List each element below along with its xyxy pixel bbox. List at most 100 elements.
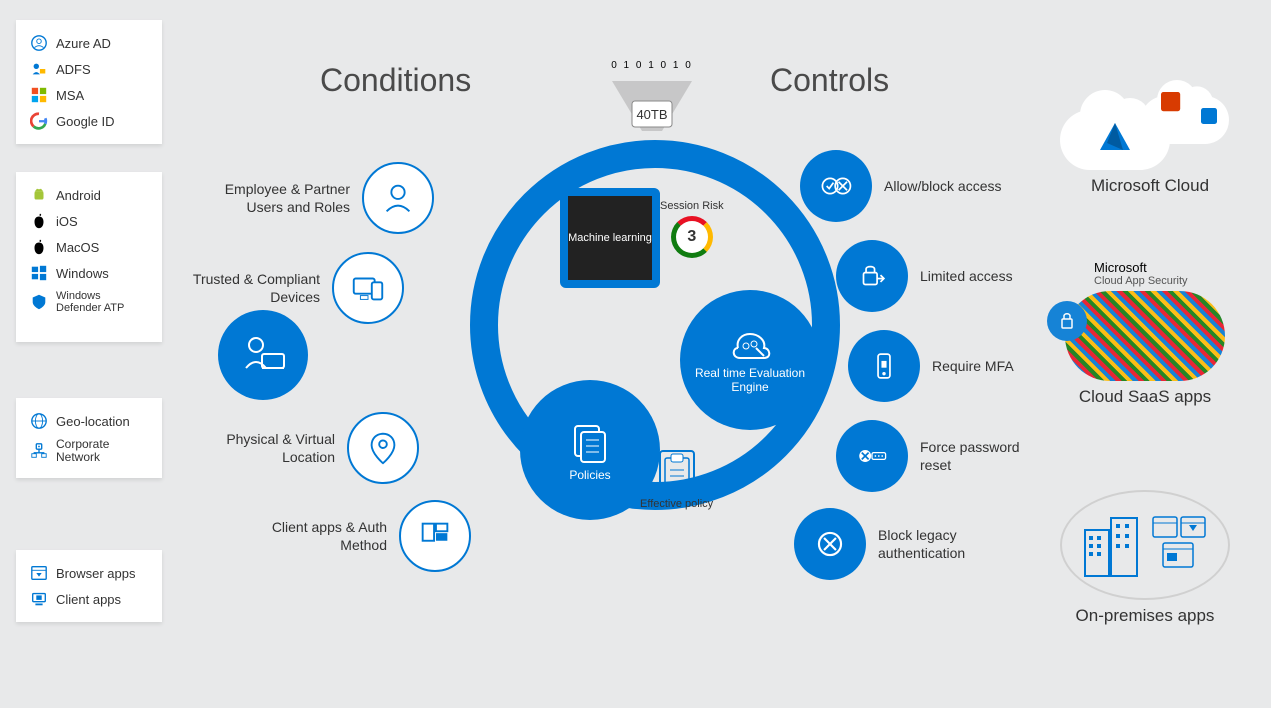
device-item: MacOS <box>30 234 148 260</box>
label: Client apps & Auth Method <box>247 518 387 554</box>
condition-client-apps: Client apps & Auth Method <box>247 500 471 572</box>
label: Policies <box>569 468 610 482</box>
device-item: iOS <box>30 208 148 234</box>
location-panel: Geo-location Corporate Network <box>16 398 162 478</box>
password-reset-icon <box>836 420 908 492</box>
allow-block-icon <box>800 150 872 222</box>
control-block-legacy: Block legacy authentication <box>794 508 998 580</box>
msa-icon <box>30 86 48 104</box>
azure-ad-icon <box>30 34 48 52</box>
browser-icon <box>30 564 48 582</box>
user-icon <box>362 162 434 234</box>
label: Corporate Network <box>56 438 148 464</box>
sub-title: Microsoft <box>1094 260 1240 275</box>
label: Session Risk <box>660 200 724 212</box>
condition-location: Physical & Virtual Location <box>195 412 419 484</box>
windows-icon <box>30 264 48 282</box>
sub-text: Cloud App Security <box>1094 275 1240 287</box>
data-funnel: 0 1 0 1 0 1 0 40TB <box>592 60 712 144</box>
control-limited-access: Limited access <box>836 240 1040 312</box>
limited-access-icon <box>836 240 908 312</box>
label: MSA <box>56 88 84 103</box>
onprem-circle <box>1060 490 1230 600</box>
title: Cloud SaaS apps <box>1050 387 1240 407</box>
device-item: Windows <box>30 260 148 286</box>
policy-doc-icon <box>659 450 695 494</box>
title: On-premises apps <box>1050 606 1240 626</box>
label: Trusted & Compliant Devices <box>180 270 320 306</box>
label: Allow/block access <box>884 177 1004 195</box>
adfs-icon <box>30 60 48 78</box>
mcas-badge-icon <box>1047 301 1087 341</box>
label: Client apps <box>56 592 121 607</box>
google-icon <box>30 112 48 130</box>
app-windows-icon <box>1149 513 1209 573</box>
label: Effective policy <box>640 498 713 510</box>
identity-item: MSA <box>30 82 148 108</box>
app-item: Client apps <box>30 586 148 612</box>
apple-icon <box>30 212 48 230</box>
label: Windows <box>56 266 109 281</box>
condition-devices: Trusted & Compliant Devices <box>180 252 404 324</box>
control-password-reset: Force password reset <box>836 420 1040 492</box>
identity-item: Azure AD <box>30 30 148 56</box>
label: Machine learning <box>568 232 652 244</box>
title: Microsoft Cloud <box>1060 176 1240 196</box>
dest-saas-apps: Microsoft Cloud App Security Cloud SaaS … <box>1050 260 1240 407</box>
risk-gauge-icon: 3 <box>671 216 713 258</box>
apps-grid-icon <box>399 500 471 572</box>
label: Geo-location <box>56 414 130 429</box>
globe-icon <box>30 412 48 430</box>
saas-cloud-icon <box>1065 291 1225 381</box>
condition-users-roles: Employee & Partner Users and Roles <box>210 162 434 234</box>
label: Google ID <box>56 114 115 129</box>
label: Force password reset <box>920 438 1040 474</box>
control-allow-block: Allow/block access <box>800 150 1004 222</box>
label: Browser apps <box>56 566 135 581</box>
session-risk: Session Risk 3 <box>660 200 724 258</box>
android-icon <box>30 186 48 204</box>
defender-icon <box>30 293 48 311</box>
device-item: Windows Defender ATP <box>30 286 148 318</box>
svg-text:40TB: 40TB <box>636 107 667 122</box>
realtime-evaluation-bubble: Real time Evaluation Engine <box>680 290 820 430</box>
machine-learning-chip: Machine learning <box>560 188 660 288</box>
apps-panel: Browser apps Client apps <box>16 550 162 622</box>
app-item: Browser apps <box>30 560 148 586</box>
location-pin-icon <box>347 412 419 484</box>
identity-item: Google ID <box>30 108 148 134</box>
network-icon <box>30 442 48 460</box>
apple-icon <box>30 238 48 256</box>
dest-onprem-apps: On-premises apps <box>1050 490 1240 626</box>
label: Azure AD <box>56 36 111 51</box>
policies-bubble: Policies <box>520 380 660 520</box>
control-require-mfa: Require MFA <box>848 330 1052 402</box>
label: Require MFA <box>932 357 1052 375</box>
label: Block legacy authentication <box>878 526 998 562</box>
identity-providers-panel: Azure AD ADFS MSA Google ID <box>16 20 162 144</box>
devices-icon <box>332 252 404 324</box>
label: ADFS <box>56 62 91 77</box>
label: Physical & Virtual Location <box>195 430 335 466</box>
label: Android <box>56 188 101 203</box>
location-item: Corporate Network <box>30 434 148 468</box>
client-icon <box>30 590 48 608</box>
label: iOS <box>56 214 78 229</box>
buildings-icon <box>1081 510 1141 580</box>
label: Employee & Partner Users and Roles <box>210 180 350 216</box>
identity-item: ADFS <box>30 56 148 82</box>
label: Real time Evaluation Engine <box>680 366 820 394</box>
block-legacy-icon <box>794 508 866 580</box>
location-item: Geo-location <box>30 408 148 434</box>
device-item: Android <box>30 182 148 208</box>
conditions-heading: Conditions <box>320 62 471 99</box>
label: Windows Defender ATP <box>56 290 148 314</box>
label: MacOS <box>56 240 99 255</box>
mfa-phone-icon <box>848 330 920 402</box>
effective-policy: Effective policy <box>640 450 713 510</box>
dest-microsoft-cloud: Microsoft Cloud <box>1060 90 1240 196</box>
device-platforms-panel: Android iOS MacOS Windows Windows Defend… <box>16 172 162 342</box>
controls-heading: Controls <box>770 62 889 99</box>
binary-bits: 0 1 0 1 0 1 0 <box>592 60 712 71</box>
label: Limited access <box>920 267 1040 285</box>
